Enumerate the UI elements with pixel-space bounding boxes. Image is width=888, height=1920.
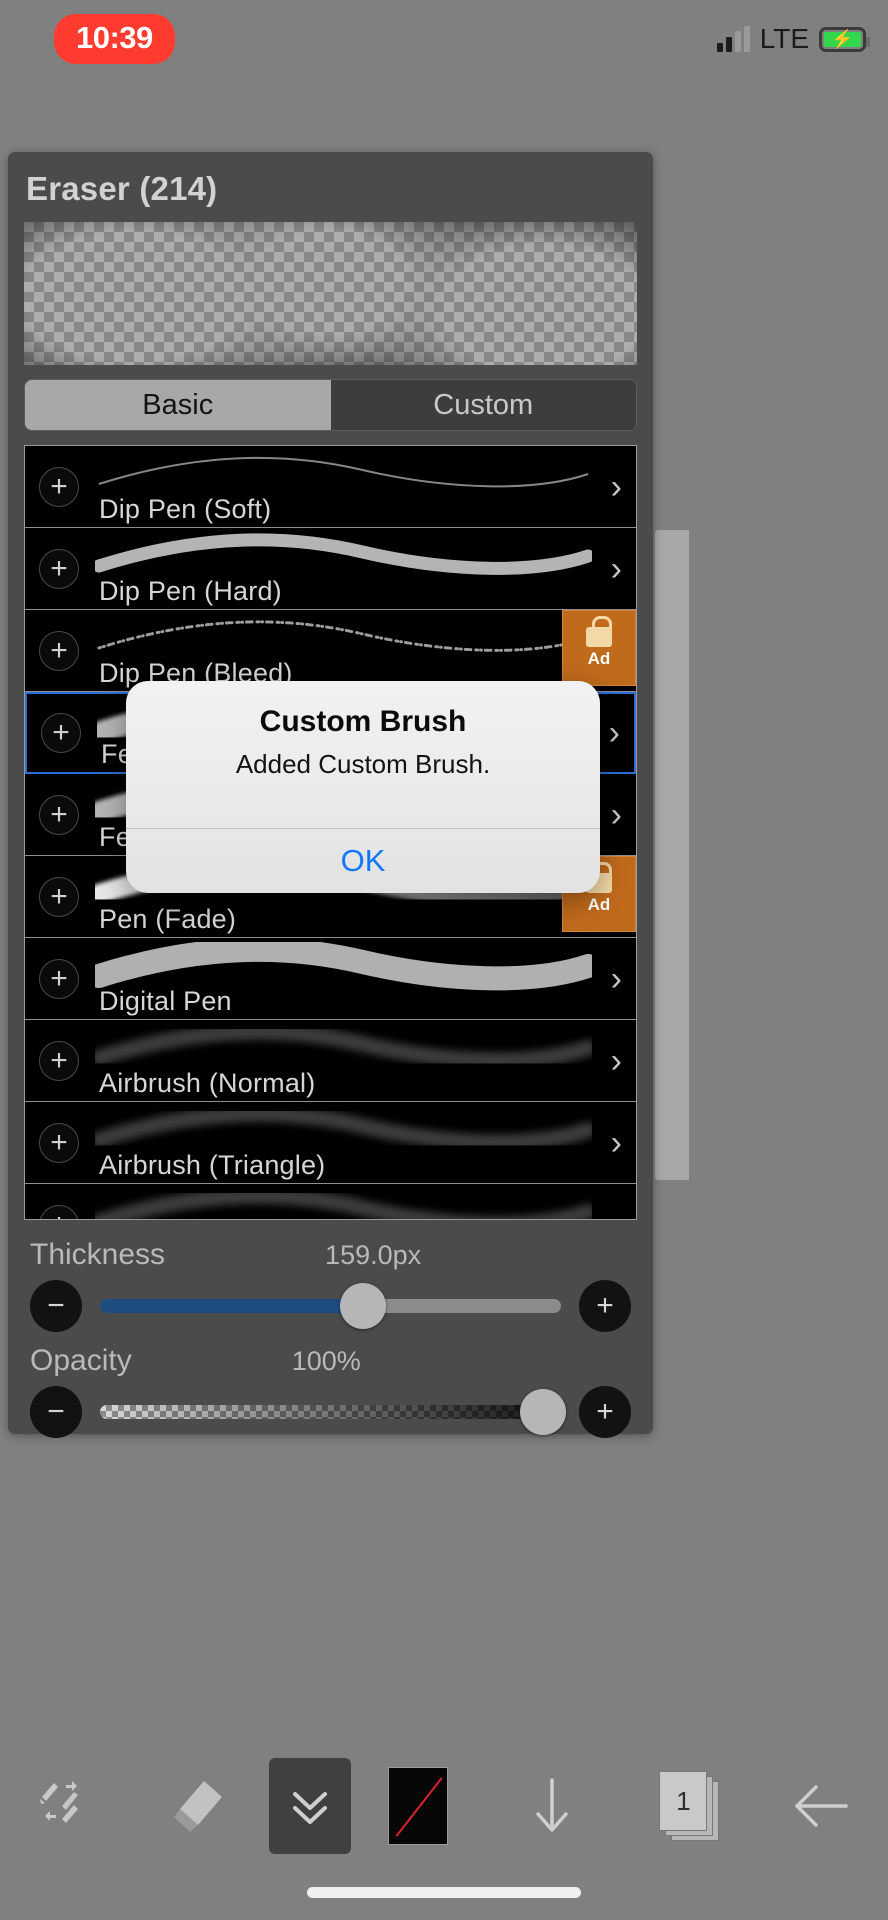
thickness-increase-button[interactable]: + <box>579 1280 631 1332</box>
thickness-slider[interactable] <box>100 1283 561 1329</box>
status-indicators: LTE ⚡ <box>716 23 870 55</box>
opacity-slider[interactable] <box>100 1389 566 1435</box>
signal-bars-icon <box>716 26 750 52</box>
plus-icon[interactable]: + <box>39 1122 79 1163</box>
opacity-header: Opacity 100% <box>30 1344 631 1378</box>
pen-eraser-swap-icon <box>40 1781 79 1823</box>
ad-label: Ad <box>587 649 611 668</box>
network-label: LTE <box>759 23 809 54</box>
dialog-body: Custom Brush Added Custom Brush. <box>126 681 600 828</box>
plus-icon[interactable]: + <box>39 794 79 835</box>
page-title: Eraser (214) <box>26 170 218 207</box>
brush-list-item[interactable]: + Airbrush (Triangle) › <box>25 1102 636 1184</box>
ad-label: Ad <box>587 895 611 914</box>
layers-icon[interactable]: 1 <box>653 1771 720 1841</box>
chevron-right-icon[interactable]: › <box>611 1208 622 1220</box>
brush-list-item[interactable]: + Airbrush (Normal) › <box>25 1020 636 1102</box>
chevron-right-icon[interactable]: › <box>611 1126 622 1160</box>
brush-list-item[interactable]: + Digital Pen › <box>25 938 636 1020</box>
chevron-right-icon[interactable]: › <box>611 798 622 832</box>
dialog-title: Custom Brush <box>259 705 467 738</box>
transparency-checkerboard <box>24 222 637 365</box>
battery-charging-icon: ⚡ <box>819 26 870 52</box>
bottom-toolbar: 1 <box>0 1758 888 1854</box>
chevron-right-icon[interactable]: › <box>609 716 620 750</box>
plus-icon[interactable]: + <box>39 958 79 999</box>
opacity-increase-button[interactable]: + <box>579 1386 631 1438</box>
chevron-right-icon[interactable]: › <box>611 962 622 996</box>
brush-name-label: Dip Pen (Soft) <box>99 494 272 524</box>
color-swatch-button[interactable] <box>351 1758 485 1854</box>
brush-list-item[interactable]: + Dip Pen (Bleed) Ad <box>25 610 636 692</box>
chevron-right-icon[interactable]: › <box>611 1044 622 1078</box>
thickness-value: 159.0px <box>325 1240 422 1270</box>
plus-icon[interactable]: + <box>39 548 79 589</box>
double-chevron-down-icon <box>292 1792 327 1824</box>
arrow-left-icon <box>795 1785 848 1827</box>
tab-basic[interactable]: Basic <box>25 380 331 430</box>
layer-count-badge: 1 <box>659 1771 708 1831</box>
recording-time-pill: 10:39 <box>54 14 175 64</box>
brush-name-label: Dip Pen (Hard) <box>99 576 282 606</box>
eraser-icon <box>174 1781 223 1832</box>
brush-name-label: Pen (Fade) <box>99 904 237 934</box>
download-button[interactable] <box>485 1758 619 1854</box>
brush-list-item[interactable]: + Dip Pen (Soft) › <box>25 446 636 528</box>
thickness-header: Thickness 159.0px <box>30 1238 631 1272</box>
status-bar: 10:39 LTE ⚡ <box>0 0 888 78</box>
brush-preview <box>24 222 637 365</box>
opacity-slider-knob[interactable] <box>519 1389 566 1435</box>
lock-icon <box>586 616 612 647</box>
brush-list-item[interactable]: + › <box>25 1184 636 1220</box>
collapse-panel-button[interactable] <box>268 1758 351 1854</box>
brush-stroke-preview <box>95 1188 592 1219</box>
plus-icon[interactable]: + <box>39 1204 79 1219</box>
brush-list-item[interactable]: + Dip Pen (Hard) › <box>25 528 636 610</box>
thickness-decrease-button[interactable]: − <box>30 1280 82 1332</box>
eraser-tool-button[interactable] <box>134 1758 268 1854</box>
plus-icon[interactable]: + <box>41 713 81 753</box>
plus-icon[interactable]: + <box>39 876 79 917</box>
chevron-right-icon[interactable]: › <box>611 552 622 586</box>
thickness-slider-row[interactable]: − + <box>30 1280 631 1332</box>
dialog-message: Added Custom Brush. <box>235 749 491 779</box>
pen-eraser-swap-button[interactable] <box>0 1758 134 1854</box>
basic-custom-segmented-control[interactable]: Basic Custom <box>24 379 637 431</box>
color-swatch-none-icon[interactable] <box>387 1767 448 1845</box>
tab-custom[interactable]: Custom <box>330 380 636 430</box>
thickness-slider-knob[interactable] <box>339 1283 386 1329</box>
opacity-decrease-button[interactable]: − <box>30 1386 82 1438</box>
plus-icon[interactable]: + <box>39 466 79 507</box>
plus-icon[interactable]: + <box>39 1040 79 1081</box>
back-button[interactable] <box>754 1758 888 1854</box>
ad-lock-badge[interactable]: Ad <box>562 610 636 686</box>
custom-brush-alert-dialog: Custom Brush Added Custom Brush. OK <box>126 681 600 893</box>
opacity-value: 100% <box>291 1346 361 1376</box>
home-indicator <box>307 1887 581 1898</box>
chevron-right-icon[interactable]: › <box>611 470 622 504</box>
opacity-label: Opacity <box>30 1344 132 1377</box>
plus-icon[interactable]: + <box>39 630 79 671</box>
brush-name-label: Airbrush (Triangle) <box>99 1150 326 1180</box>
thickness-label: Thickness <box>30 1238 166 1271</box>
side-panel-peek[interactable] <box>655 530 689 1180</box>
brush-name-label: Airbrush (Normal) <box>99 1068 316 1098</box>
arrow-down-icon <box>536 1778 568 1832</box>
dialog-ok-button[interactable]: OK <box>126 829 600 893</box>
opacity-slider-row[interactable]: − + <box>30 1386 631 1438</box>
layers-button[interactable]: 1 <box>619 1758 753 1854</box>
brush-name-label: Digital Pen <box>99 986 232 1016</box>
brush-sliders: Thickness 159.0px − + Opacity 100% − + <box>8 1220 653 1438</box>
